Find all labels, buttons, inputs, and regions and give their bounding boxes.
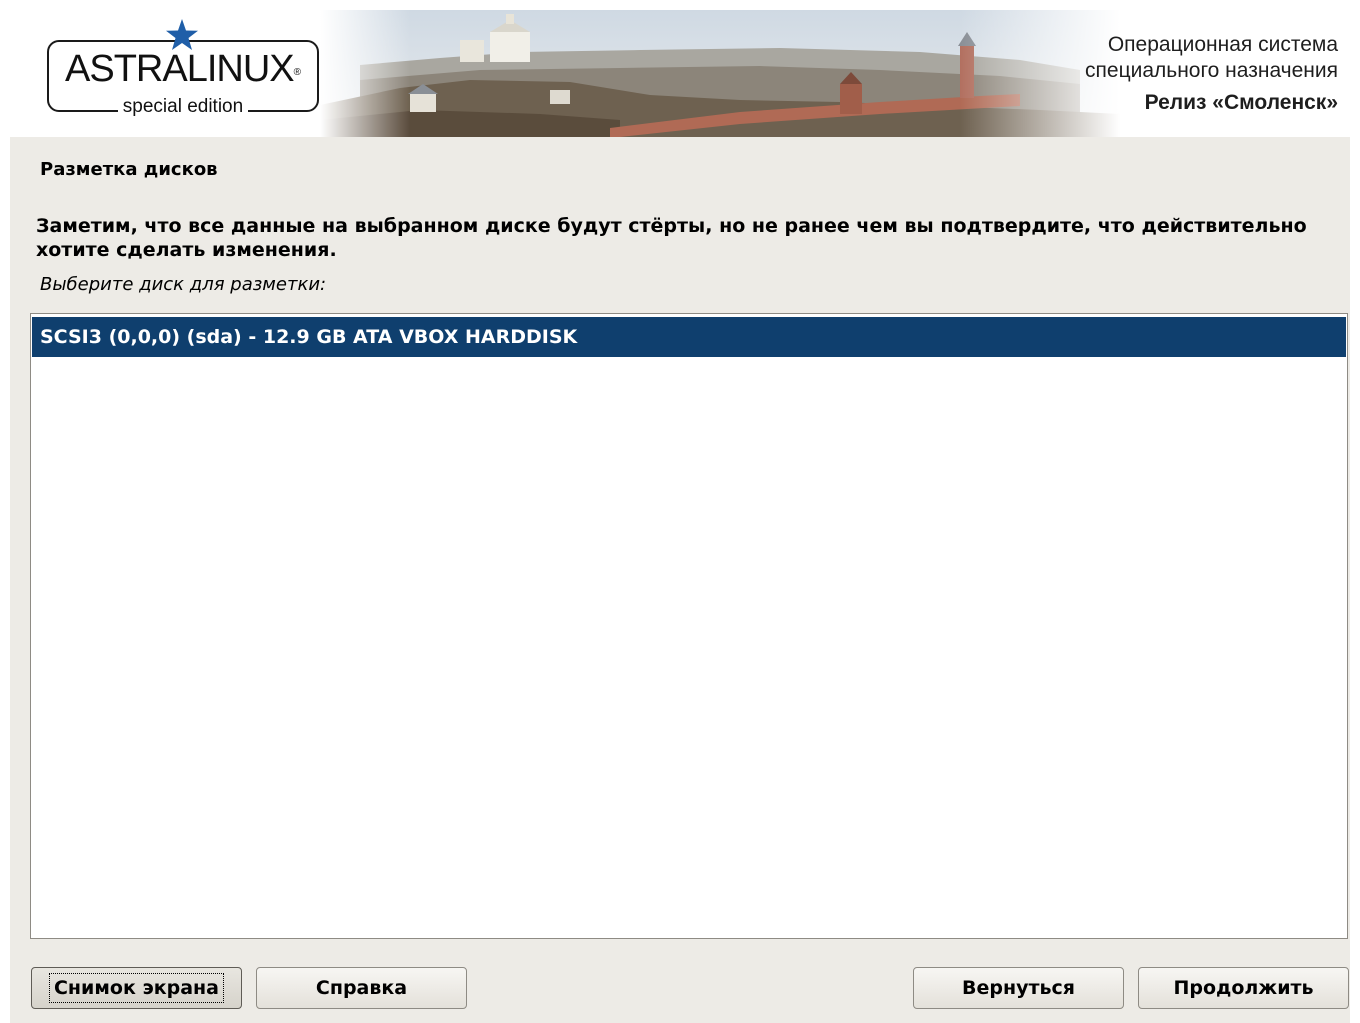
os-line-2: специального назначения	[1085, 59, 1338, 82]
list-item[interactable]: SCSI3 (0,0,0) (sda) - 12.9 GB ATA VBOX H…	[32, 317, 1346, 357]
star-icon	[166, 19, 198, 50]
header-banner: ASTRALINUX® special edition Операционная…	[10, 10, 1350, 137]
warning-note: Заметим, что все данные на выбранном дис…	[36, 215, 1307, 261]
screenshot-button[interactable]: Снимок экрана	[31, 967, 242, 1009]
release-info: Операционная система специального назнач…	[1085, 32, 1338, 116]
smolensk-panorama-image	[320, 10, 1120, 137]
release-name: Релиз «Смоленск»	[1144, 91, 1338, 114]
page-title: Разметка дисков	[40, 159, 218, 180]
os-line-1: Операционная система	[1107, 33, 1338, 56]
installer-window: ASTRALINUX® special edition Операционная…	[10, 10, 1350, 1023]
help-button[interactable]: Справка	[256, 967, 467, 1009]
screenshot-button-label: Снимок экрана	[48, 973, 225, 1003]
continue-button[interactable]: Продолжить	[1138, 967, 1349, 1009]
astralinux-logo: ASTRALINUX® special edition	[47, 19, 319, 117]
disk-prompt: Выберите диск для разметки:	[40, 274, 327, 295]
disk-list[interactable]: SCSI3 (0,0,0) (sda) - 12.9 GB ATA VBOX H…	[30, 313, 1348, 939]
back-button[interactable]: Вернуться	[913, 967, 1124, 1009]
